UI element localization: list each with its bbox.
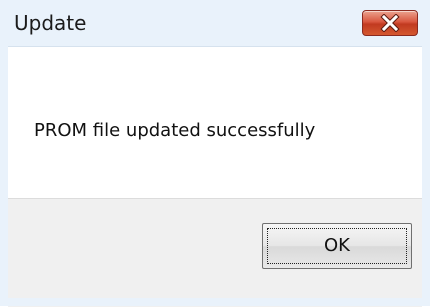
window-frame-bottom (8, 298, 422, 306)
title-bar: Update (0, 0, 430, 47)
window-frame-left (0, 46, 8, 306)
close-icon (380, 14, 400, 32)
window-frame-right (422, 46, 430, 306)
dialog-window: Update PROM file updated successfully OK (0, 0, 430, 307)
ok-button-label: OK (324, 235, 350, 256)
message-text: PROM file updated successfully (34, 120, 316, 141)
window-title: Update (14, 11, 87, 35)
ok-button[interactable]: OK (262, 223, 412, 269)
message-area: PROM file updated successfully (8, 47, 422, 198)
close-button[interactable] (362, 10, 418, 36)
button-bar: OK (8, 198, 422, 307)
